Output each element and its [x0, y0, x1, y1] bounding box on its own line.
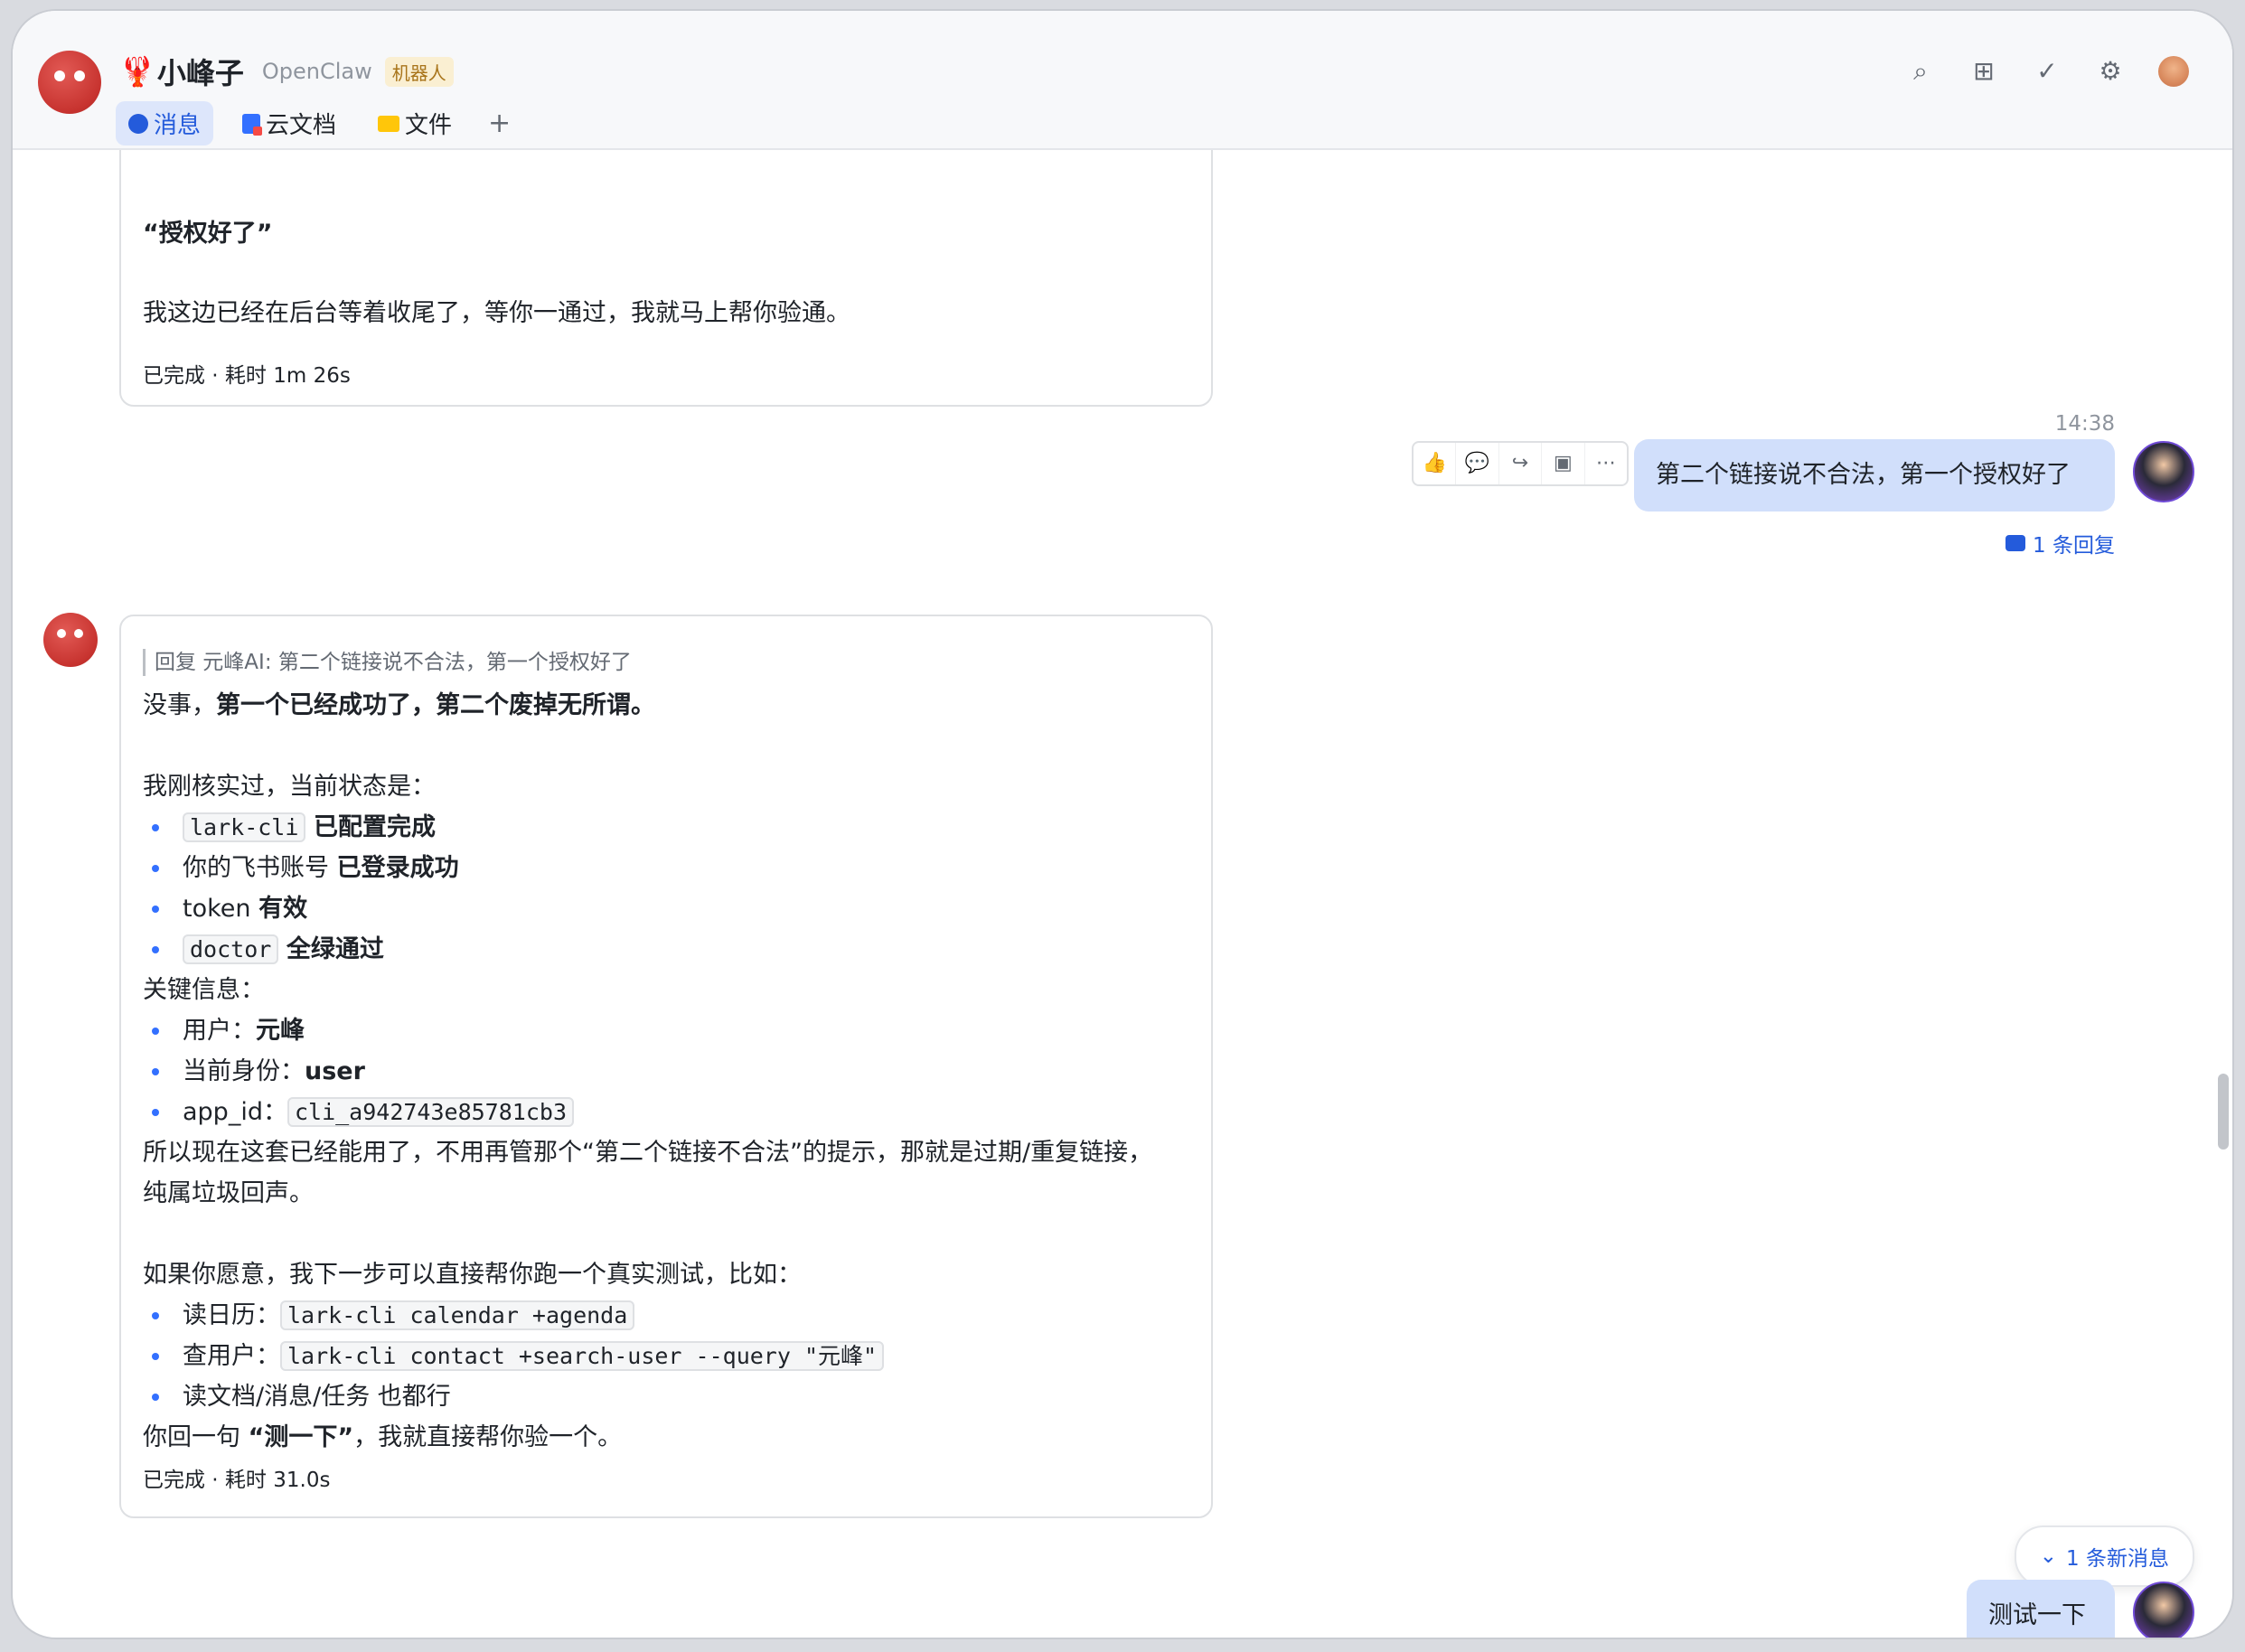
lobster-icon: 🦞 — [119, 54, 155, 89]
message-line: 关键信息： — [143, 976, 265, 1004]
reply-count: 1 条回复 — [2033, 534, 2115, 558]
message-line: 你回一句 “测一下”，我就直接帮你验一个。 — [143, 1423, 623, 1451]
message-line: 我这边已经在后台等着收尾了，等你一通过，我就马上帮你验通。 — [143, 299, 850, 327]
add-tab-button[interactable]: + — [481, 108, 518, 139]
user-avatar[interactable] — [2133, 441, 2194, 502]
list-item: 当前身份：user — [143, 1051, 1189, 1092]
tab-messages[interactable]: 消息 — [116, 101, 214, 145]
user-message-bubble[interactable]: 测试一下 — [1967, 1580, 2115, 1638]
message-line: 如果你愿意，我下一步可以直接帮你跑一个真实测试，比如： — [143, 1261, 802, 1289]
list-item: token 有效 — [143, 888, 1189, 929]
folder-icon — [378, 115, 400, 132]
message-line: 我刚核实过，当前状态是： — [143, 773, 436, 801]
new-messages-button[interactable]: ⌄ 1 条新消息 — [2014, 1525, 2194, 1587]
reply-quote[interactable]: 回复 元峰AI: 第二个链接说不合法，第一个授权好了 — [143, 649, 632, 676]
thumbs-up-icon[interactable]: 👍 — [1414, 443, 1457, 484]
message-status: 已完成 · 耗时 1m 26s — [143, 364, 351, 388]
chat-subtitle: OpenClaw — [261, 59, 372, 84]
chevron-down-icon: ⌄ — [2039, 1544, 2058, 1568]
message-list[interactable]: “授权好了” 我这边已经在后台等着收尾了，等你一通过，我就马上帮你验通。 已完成… — [13, 11, 2232, 1638]
tab-docs[interactable]: 云文档 — [230, 101, 349, 145]
thread-reply-link[interactable]: 1 条回复 — [2005, 528, 2115, 558]
add-chat-icon[interactable]: ⊞ — [1968, 56, 1999, 87]
message-icon — [128, 113, 148, 134]
list-item: lark-cli 已配置完成 — [143, 807, 1189, 848]
list-item: 读文档/消息/任务 也都行 — [143, 1376, 1189, 1417]
chat-tabs: 消息 云文档 文件 + — [116, 101, 518, 145]
list-item: 你的飞书账号 已登录成功 — [143, 848, 1189, 888]
list-item: 读日历： lark-cli calendar +agenda — [143, 1295, 1189, 1336]
chat-title-area: 🦞 小峰子 OpenClaw 机器人 — [119, 51, 454, 92]
tab-files[interactable]: 文件 — [365, 101, 465, 145]
user-avatar[interactable] — [2158, 56, 2189, 87]
message-actions: 👍 💬 ↪ ▣ ⋯ — [1412, 441, 1629, 486]
reply-icon — [2005, 535, 2026, 551]
message-line: 所以现在这套已经能用了，不用再管那个“第二个链接不合法”的提示，那就是过期/重复… — [143, 1139, 1153, 1167]
bot-badge: 机器人 — [384, 56, 454, 87]
done-icon[interactable]: ✓ — [2032, 56, 2062, 87]
list-item: 查用户： lark-cli contact +search-user --quer… — [143, 1336, 1189, 1376]
header-toolbar: ⌕ ⊞ ✓ ⚙ — [1905, 56, 2189, 87]
list-item: app_id： cli_a942743e85781cb3 — [143, 1092, 1189, 1132]
chat-title[interactable]: 小峰子 — [157, 51, 244, 92]
message-line: 没事，第一个已经成功了，第二个废掉无所谓。 — [143, 691, 655, 719]
bot-avatar[interactable] — [43, 613, 98, 667]
settings-icon[interactable]: ⚙ — [2095, 56, 2126, 87]
chat-window: “授权好了” 我这边已经在后台等着收尾了，等你一通过，我就马上帮你验通。 已完成… — [13, 11, 2232, 1638]
message-line: “授权好了” — [143, 220, 273, 248]
user-message-bubble[interactable]: 第二个链接说不合法，第一个授权好了 — [1634, 439, 2115, 512]
more-icon[interactable]: ⋯ — [1585, 443, 1627, 484]
scrollbar-thumb[interactable] — [2218, 1074, 2229, 1150]
doc-icon — [242, 113, 263, 136]
search-icon[interactable]: ⌕ — [1905, 56, 1936, 87]
list-item: 用户：元峰 — [143, 1010, 1189, 1051]
message-status: 已完成 · 耗时 31.0s — [143, 1469, 331, 1492]
bot-message-card: 回复 元峰AI: 第二个链接说不合法，第一个授权好了 没事，第一个已经成功了，第… — [119, 615, 1213, 1518]
list-item: doctor 全绿通过 — [143, 929, 1189, 970]
forward-icon[interactable]: ↪ — [1499, 443, 1543, 484]
message-line: 纯属垃圾回声。 — [143, 1179, 314, 1207]
user-avatar[interactable] — [2133, 1582, 2194, 1638]
comment-icon[interactable]: 💬 — [1456, 443, 1499, 484]
bot-avatar[interactable] — [38, 51, 101, 114]
collect-icon[interactable]: ▣ — [1542, 443, 1585, 484]
message-time: 14:38 — [2054, 412, 2115, 436]
chat-header: 🦞 小峰子 OpenClaw 机器人 消息 云文档 文件 + ⌕ ⊞ ✓ ⚙ — [13, 11, 2232, 150]
